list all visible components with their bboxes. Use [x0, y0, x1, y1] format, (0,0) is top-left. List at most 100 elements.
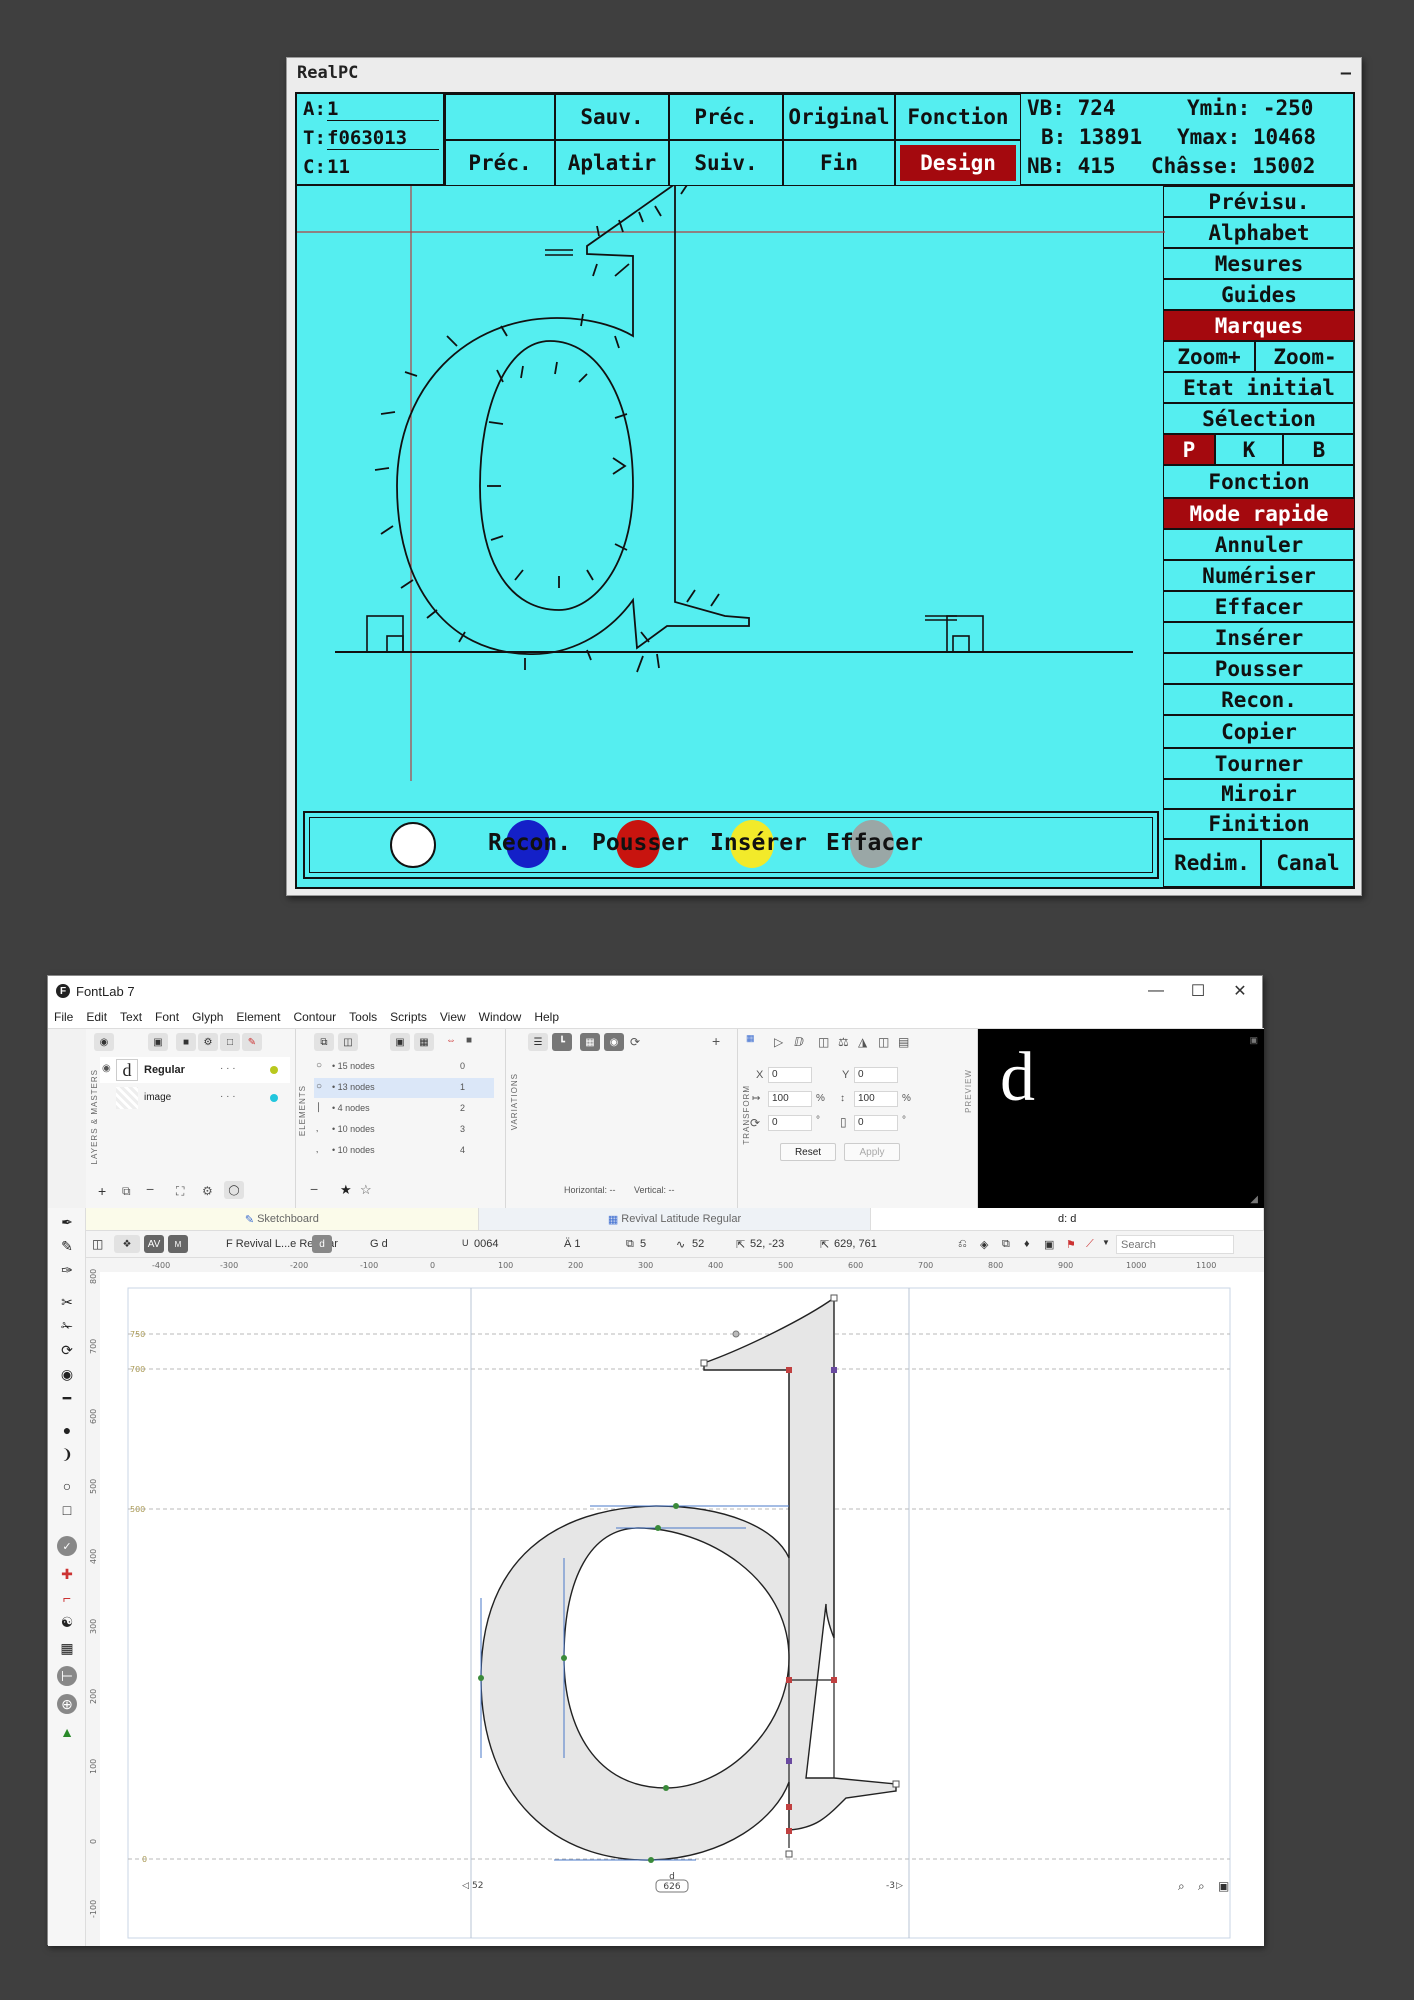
dropdown-icon[interactable]: ▼	[1102, 1238, 1110, 1247]
transform-tool-icon[interactable]: ✚	[57, 1564, 77, 1584]
corner-tool-icon[interactable]: ⌐	[57, 1588, 77, 1608]
zoom-in-button[interactable]: Zoom+	[1163, 341, 1255, 372]
menu-contour[interactable]: Contour	[293, 1010, 336, 1024]
pen-tool-icon[interactable]: ✒	[57, 1212, 77, 1232]
zone-tool-icon[interactable]: ▲	[57, 1722, 77, 1742]
ruler-tool-icon[interactable]: ━	[57, 1388, 77, 1408]
align-center-icon[interactable]: ⚖	[838, 1035, 849, 1049]
apply-button[interactable]: Apply	[844, 1143, 900, 1161]
prec-left-button[interactable]: Préc.	[445, 140, 555, 186]
print-icon[interactable]: ⎌	[958, 1238, 967, 1251]
minimize-icon[interactable]: —	[1136, 978, 1176, 1004]
menu-file[interactable]: File	[54, 1010, 73, 1024]
miroir-button[interactable]: Miroir	[1163, 779, 1355, 809]
menu-edit[interactable]: Edit	[86, 1010, 107, 1024]
fill-icon[interactable]: ◈	[980, 1238, 988, 1251]
eraser-icon[interactable]: ♦	[1024, 1238, 1030, 1250]
square-icon[interactable]: □	[220, 1033, 240, 1051]
menu-font[interactable]: Font	[155, 1010, 179, 1024]
mode-rapide-button[interactable]: Mode rapide	[1163, 498, 1355, 529]
aplatir-button[interactable]: Aplatir	[555, 140, 669, 186]
glyph-edit-canvas[interactable]: -400 -300 -200 -100 0 100 200 300 400 50…	[86, 1258, 1264, 1946]
slant-field[interactable]: 0	[854, 1115, 898, 1131]
add-layer-icon[interactable]: +	[98, 1183, 106, 1199]
menu-window[interactable]: Window	[479, 1010, 522, 1024]
hand-tool-icon[interactable]: ✓	[57, 1536, 77, 1556]
minimize-button[interactable]: —	[1341, 63, 1351, 83]
knife-tool-icon[interactable]: ✂	[57, 1292, 77, 1312]
guides-button[interactable]: Guides	[1163, 279, 1355, 310]
lock-icon[interactable]: ■	[176, 1033, 196, 1051]
remove-element-icon[interactable]: −	[310, 1181, 318, 1197]
effacer-tool[interactable]: Effacer	[826, 830, 923, 856]
refresh-icon[interactable]: ⟳	[630, 1035, 640, 1049]
scale-y-field[interactable]: 100	[854, 1091, 898, 1107]
element-row[interactable]: ‚ • 10 nodes 3	[314, 1120, 494, 1140]
tab-font[interactable]: ▦ Revival Latitude Regular	[478, 1208, 872, 1230]
duplicate-layer-icon[interactable]: ⧉	[122, 1184, 131, 1199]
element-row[interactable]: ‚ • 10 nodes 4	[314, 1141, 494, 1161]
gear-icon[interactable]: ⚙	[198, 1033, 218, 1051]
alphabet-button[interactable]: Alphabet	[1163, 217, 1355, 248]
layer-row-image[interactable]: image · · ·	[100, 1085, 290, 1111]
design-button[interactable]: Design	[900, 145, 1016, 181]
pousser-button[interactable]: Pousser	[1163, 653, 1355, 684]
visible-eye-icon[interactable]: ◉	[102, 1063, 111, 1074]
fin-button[interactable]: Fin	[783, 140, 895, 186]
element-lock-icon[interactable]: ■	[466, 1035, 472, 1046]
menu-tools[interactable]: Tools	[349, 1010, 377, 1024]
selection-button[interactable]: Sélection	[1163, 403, 1355, 434]
align-bottom-icon[interactable]: ▤	[898, 1035, 909, 1049]
preview-resize-icon[interactable]: ◢	[1250, 1194, 1258, 1205]
mask-icon[interactable]: ◯	[224, 1181, 244, 1199]
kerning-view-icon[interactable]: AV	[144, 1235, 164, 1253]
canal-button[interactable]: Canal	[1261, 839, 1355, 887]
annuler-button[interactable]: Annuler	[1163, 529, 1355, 560]
pousser-tool[interactable]: Pousser	[592, 830, 689, 856]
original-button[interactable]: Original	[783, 94, 895, 140]
mesures-button[interactable]: Mesures	[1163, 248, 1355, 279]
menu-help[interactable]: Help	[534, 1010, 559, 1024]
zoom-out-button[interactable]: Zoom-	[1255, 341, 1355, 372]
tab-glyph[interactable]: d: d	[871, 1208, 1265, 1230]
layer-view-icon[interactable]: ▣	[148, 1033, 168, 1051]
metrics-view-icon[interactable]: M	[168, 1235, 188, 1253]
effacer-button[interactable]: Effacer	[1163, 591, 1355, 622]
layer-row-regular[interactable]: ◉ d Regular · · ·	[100, 1057, 290, 1083]
menu-glyph[interactable]: Glyph	[192, 1010, 223, 1024]
rapid-tool-icon[interactable]: ✑	[57, 1260, 77, 1280]
yin-yang-icon[interactable]: ☯	[57, 1612, 77, 1632]
mask-view-icon[interactable]: ❖	[114, 1235, 140, 1253]
ellipse-tool-icon[interactable]: ○	[57, 1476, 77, 1496]
origin-grid-icon[interactable]: ▦	[746, 1033, 755, 1044]
fonction-button[interactable]: Fonction	[895, 94, 1021, 140]
layers-icon[interactable]: ⧉	[1002, 1238, 1010, 1251]
prec-button[interactable]: Préc.	[669, 94, 783, 140]
element-row-selected[interactable]: ○ • 13 nodes 1	[314, 1078, 494, 1098]
sidebar-toggle-icon[interactable]: ◫	[92, 1237, 103, 1251]
b-button[interactable]: B	[1283, 434, 1355, 465]
distribute-icon[interactable]: ◫	[878, 1035, 889, 1049]
star-outline-icon[interactable]: ☆	[360, 1182, 372, 1198]
blob-tool-icon[interactable]: ●	[57, 1420, 77, 1440]
a-field[interactable]: 1	[327, 98, 439, 121]
rotate-tool-icon[interactable]: ⟳	[57, 1340, 77, 1360]
menu-text[interactable]: Text	[120, 1010, 142, 1024]
instances-icon[interactable]: ◉	[604, 1033, 624, 1051]
menu-element[interactable]: Element	[236, 1010, 280, 1024]
suiv-button[interactable]: Suiv.	[669, 140, 783, 186]
settings-icon[interactable]: ⚙	[202, 1184, 213, 1198]
realpc-glyph-canvas[interactable]	[297, 186, 1165, 781]
previsu-button[interactable]: Prévisu.	[1163, 186, 1355, 217]
numeriser-button[interactable]: Numériser	[1163, 560, 1355, 591]
element-row[interactable]: ∣ • 4 nodes 2	[314, 1099, 494, 1119]
maximize-icon[interactable]: ☐	[1178, 978, 1218, 1004]
add-axis-icon[interactable]: +	[712, 1033, 720, 1049]
scissors-tool-icon[interactable]: ✁	[57, 1316, 77, 1336]
t-field[interactable]: f063013	[327, 127, 439, 150]
close-icon[interactable]: ✕	[1220, 978, 1260, 1004]
eyedropper-tool-icon[interactable]: ❩	[57, 1444, 77, 1464]
copier-button[interactable]: Copier	[1163, 715, 1355, 748]
redim-button[interactable]: Redim.	[1163, 839, 1261, 887]
tourner-button[interactable]: Tourner	[1163, 748, 1355, 779]
